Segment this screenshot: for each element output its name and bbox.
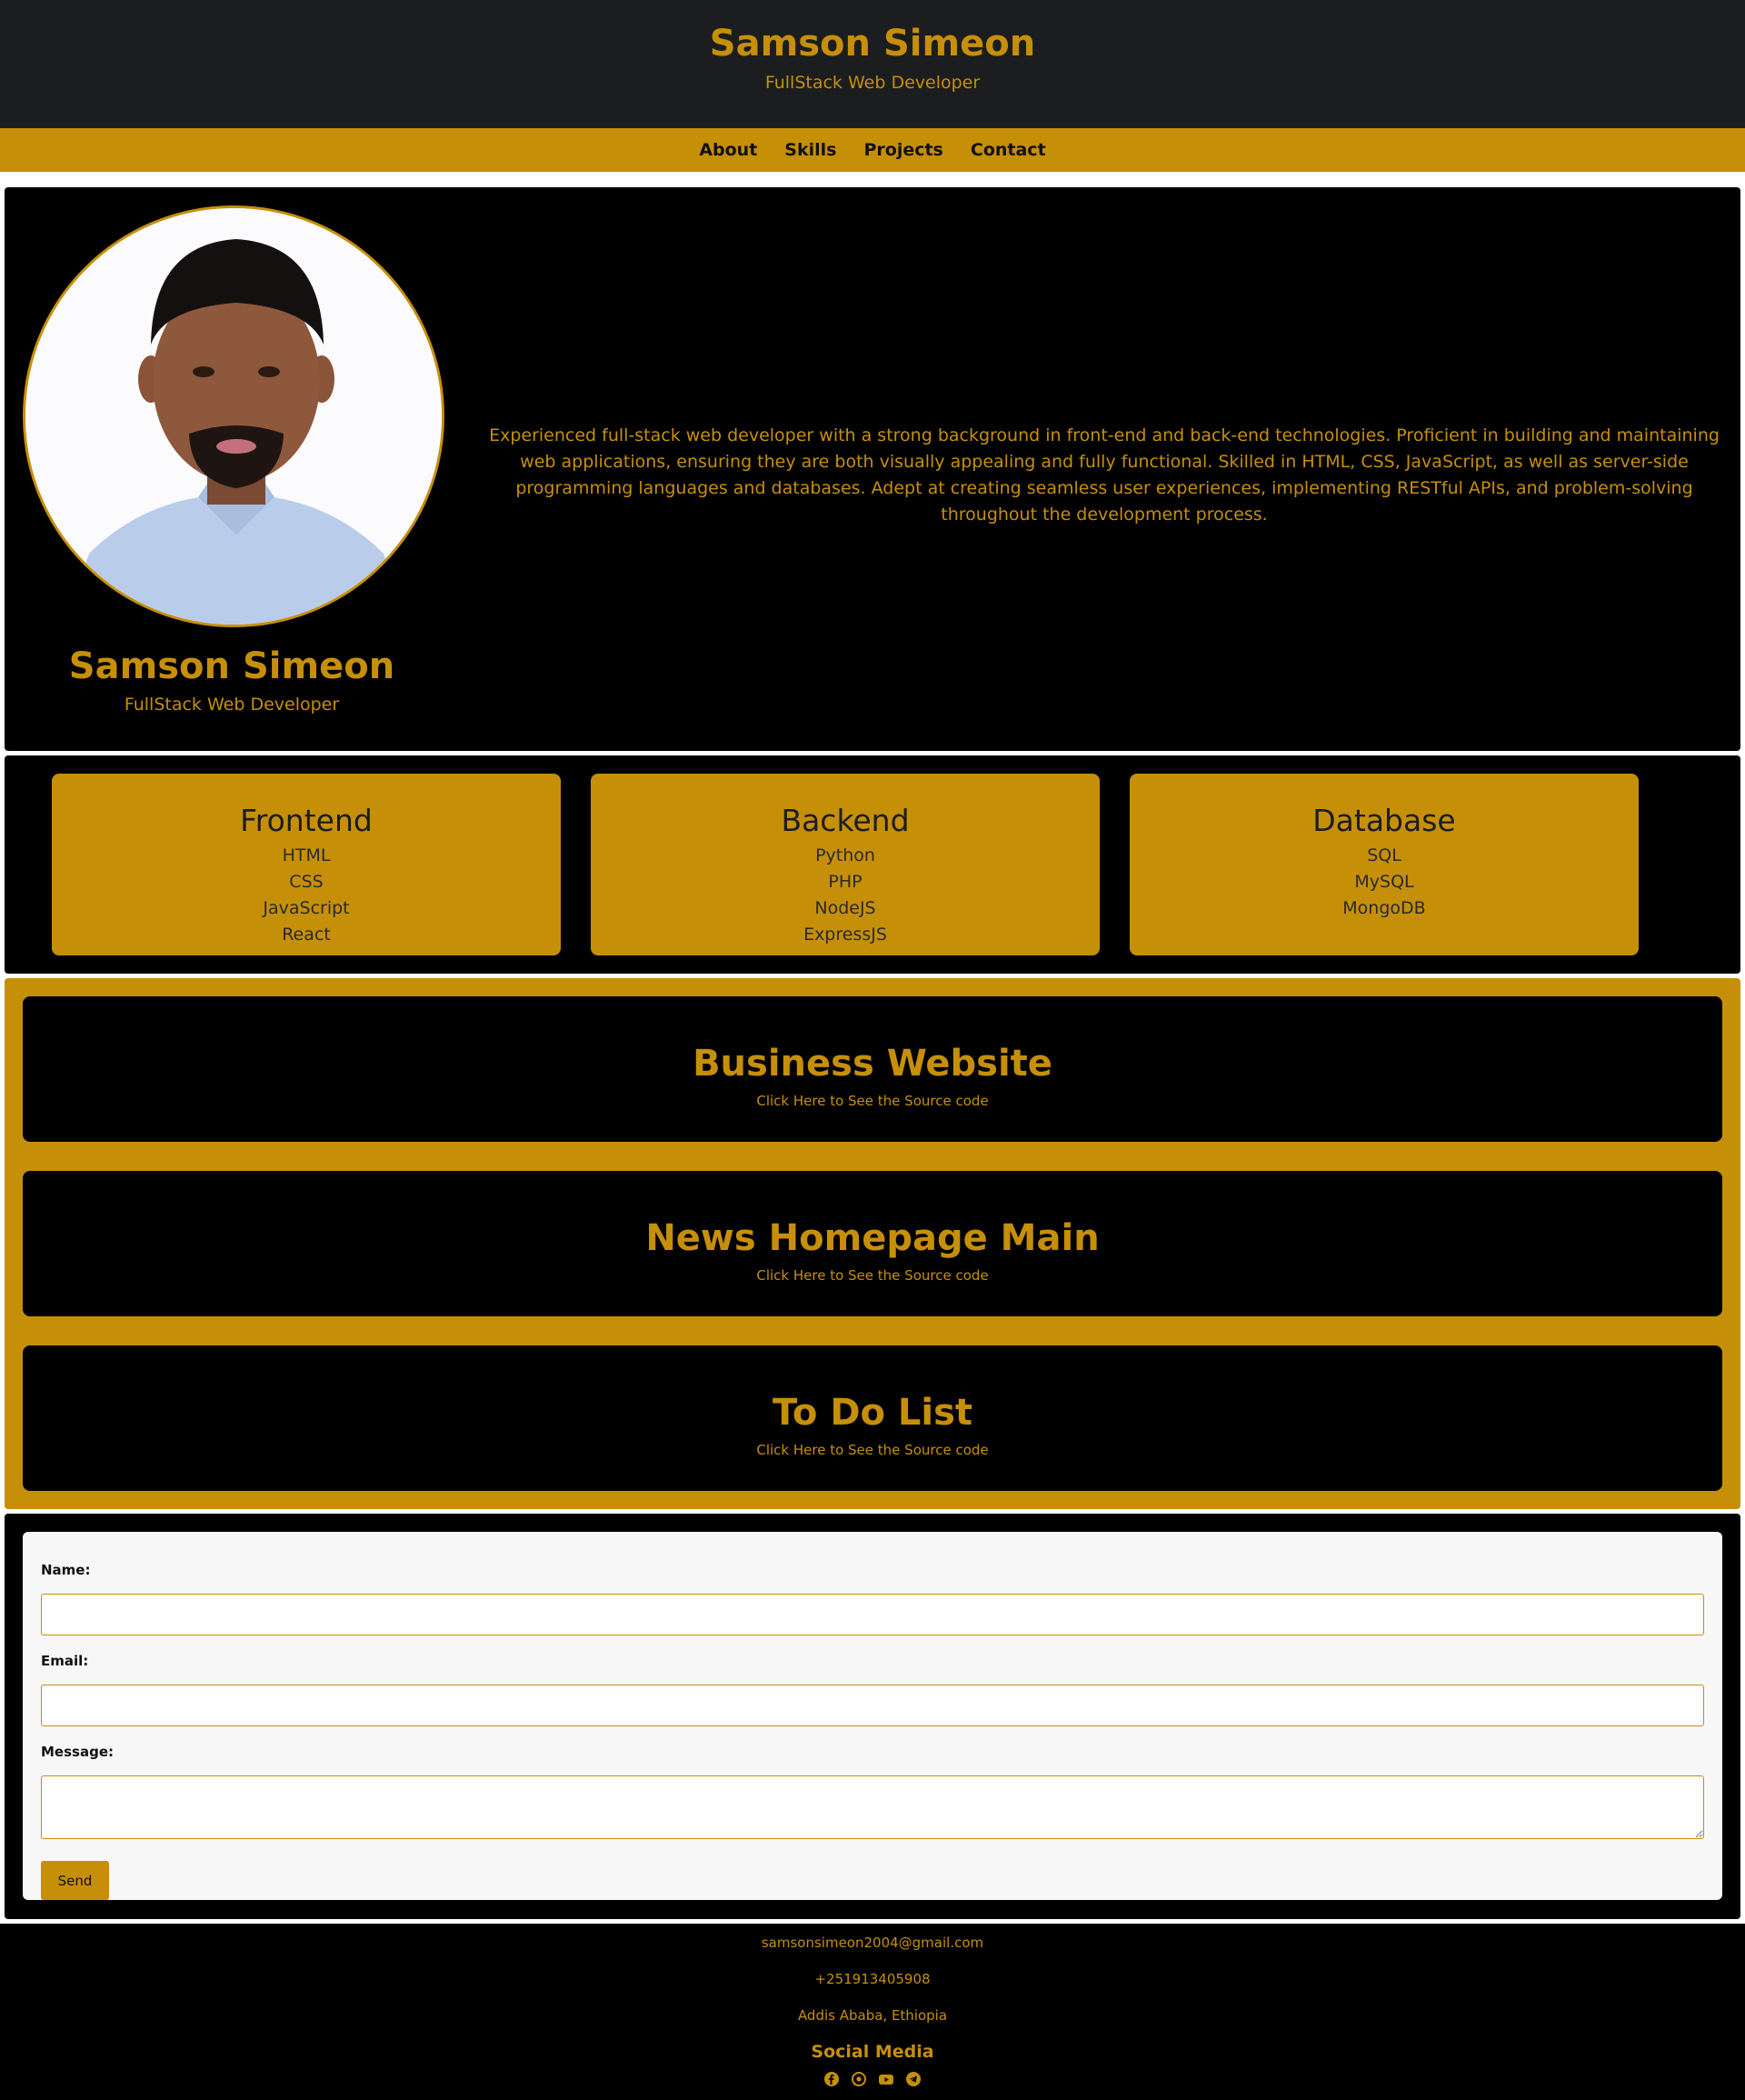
project-source-link[interactable]: Click Here to See the Source code <box>23 1442 1722 1458</box>
project-card-business-website: Business Website Click Here to See the S… <box>23 996 1722 1142</box>
footer-location: Addis Ababa, Ethiopia <box>797 2007 948 2024</box>
project-title: To Do List <box>772 1392 973 1434</box>
project-title: Business Website <box>693 1043 1052 1085</box>
whatsapp-icon[interactable] <box>851 2071 867 2087</box>
message-field[interactable] <box>41 1775 1704 1839</box>
youtube-icon[interactable] <box>878 2071 894 2087</box>
skill-item: ExpressJS <box>803 925 887 945</box>
about-bio: Experienced full-stack web developer wit… <box>489 425 1720 525</box>
skill-item: JavaScript <box>263 898 350 918</box>
contact-form: Name: Email: Message: Send <box>23 1532 1722 1900</box>
skill-item: MySQL <box>1354 872 1414 892</box>
footer-email: samsonsimeon2004@gmail.com <box>761 1935 984 1951</box>
skill-card-frontend: Frontend HTML CSS JavaScript React <box>52 774 561 955</box>
message-label: Message: <box>41 1744 114 1760</box>
skill-item: Python <box>815 845 875 865</box>
skill-card-title: Backend <box>781 803 910 838</box>
main-nav: About Skills Projects Contact <box>0 128 1745 172</box>
email-field[interactable] <box>41 1685 1704 1726</box>
skill-item: MongoDB <box>1342 898 1426 918</box>
skill-item: PHP <box>828 872 863 892</box>
skill-card-title: Frontend <box>240 803 373 838</box>
skill-item: React <box>282 925 331 945</box>
footer-phone: +251913405908 <box>814 1971 931 1987</box>
nav-skills[interactable]: Skills <box>784 140 836 160</box>
skill-card-title: Database <box>1312 803 1456 838</box>
skills-section: Frontend HTML CSS JavaScript React Backe… <box>5 755 1740 974</box>
social-links <box>0 2071 1745 2087</box>
project-source-link[interactable]: Click Here to See the Source code <box>23 1267 1722 1284</box>
skill-item: NodeJS <box>814 898 876 918</box>
header-role: FullStack Web Developer <box>764 73 981 93</box>
send-button[interactable]: Send <box>41 1861 109 1900</box>
social-media-title: Social Media <box>811 2042 934 2062</box>
email-label: Email: <box>41 1653 89 1669</box>
skill-item: HTML <box>282 845 331 865</box>
name-field[interactable] <box>41 1594 1704 1635</box>
project-card-todo-list: To Do List Click Here to See the Source … <box>23 1345 1722 1491</box>
skill-card-backend: Backend Python PHP NodeJS ExpressJS <box>591 774 1100 955</box>
facebook-icon[interactable] <box>823 2071 840 2087</box>
skill-item: CSS <box>289 872 324 892</box>
profile-photo <box>23 205 444 627</box>
skill-card-database: Database SQL MySQL MongoDB <box>1130 774 1639 955</box>
profile-portrait-illustration <box>25 208 442 625</box>
contact-section: Name: Email: Message: Send <box>5 1514 1740 1919</box>
header-name: Samson Simeon <box>709 23 1036 65</box>
site-header: Samson Simeon FullStack Web Developer <box>0 0 1745 128</box>
about-role: FullStack Web Developer <box>124 695 340 715</box>
telegram-icon[interactable] <box>905 2071 922 2087</box>
projects-section: Business Website Click Here to See the S… <box>5 978 1740 1509</box>
nav-contact[interactable]: Contact <box>971 140 1046 160</box>
skill-item: SQL <box>1367 845 1401 865</box>
project-source-link[interactable]: Click Here to See the Source code <box>23 1093 1722 1109</box>
about-section: Samson Simeon FullStack Web Developer Ex… <box>5 187 1740 751</box>
project-card-news-homepage: News Homepage Main Click Here to See the… <box>23 1171 1722 1316</box>
site-footer: samsonsimeon2004@gmail.com +251913405908… <box>0 1924 1745 2100</box>
project-title: News Homepage Main <box>645 1217 1100 1259</box>
nav-about[interactable]: About <box>699 140 757 160</box>
nav-projects[interactable]: Projects <box>863 140 942 160</box>
about-name: Samson Simeon <box>68 645 395 687</box>
name-label: Name: <box>41 1562 91 1578</box>
